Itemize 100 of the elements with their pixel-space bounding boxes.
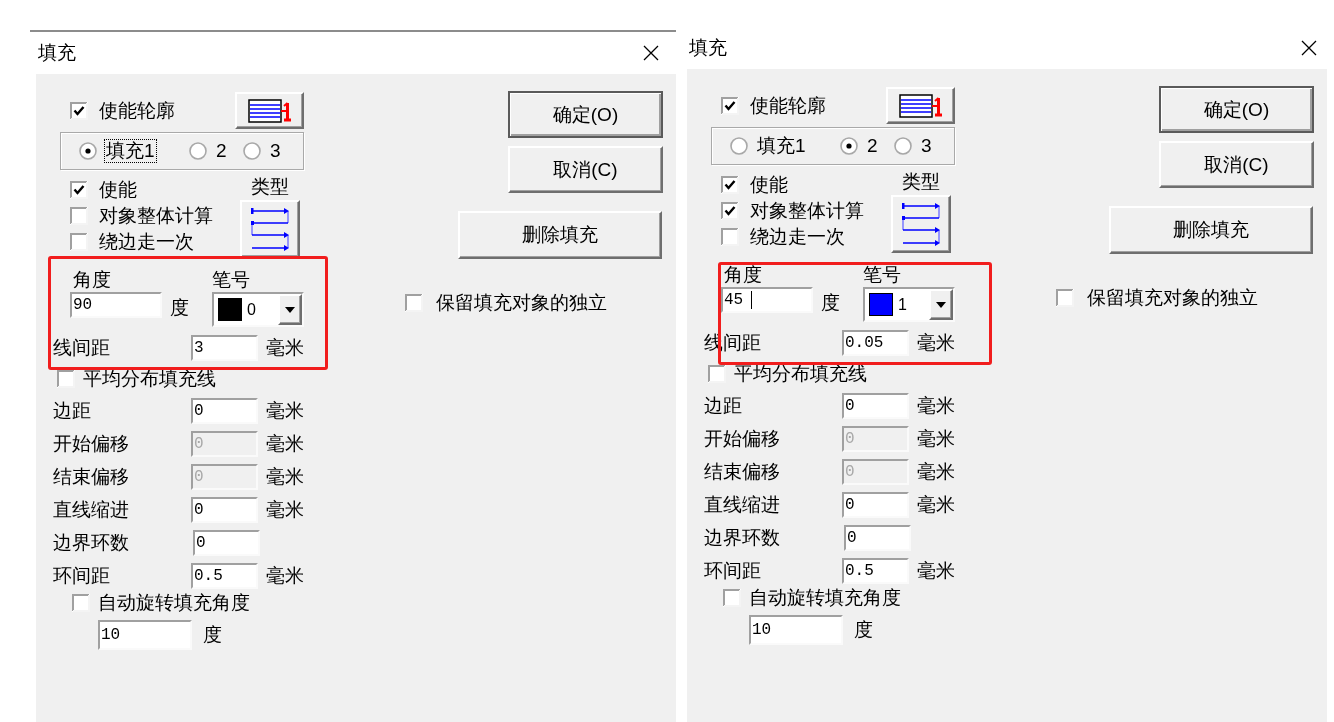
radio-label[interactable]: 填充1	[104, 139, 157, 163]
unit-label: 度	[821, 293, 840, 313]
unit-label: 度	[854, 619, 873, 641]
field-label: 开始偏移	[704, 428, 781, 450]
text-field[interactable]: 0.5	[191, 563, 258, 589]
hatch-pattern-icon	[898, 93, 943, 118]
select-value: 0	[247, 299, 256, 320]
serpentine-path-icon	[899, 201, 943, 247]
text-field[interactable]: 0	[191, 497, 258, 523]
checkbox-label[interactable]: 绕边走一次	[750, 226, 845, 248]
text-field[interactable]: 45	[721, 287, 813, 313]
dialog-title: 填充	[689, 36, 727, 60]
checkbox[interactable]	[708, 365, 726, 383]
checkbox-label[interactable]: 保留填充对象的独立	[436, 292, 607, 314]
text-field[interactable]: 0	[844, 525, 911, 551]
text-field[interactable]: 3	[191, 335, 258, 361]
close-icon[interactable]	[1301, 40, 1317, 56]
field-label: 直线缩进	[704, 494, 781, 516]
unit-label: 毫米	[917, 494, 955, 516]
delete-fill-button[interactable]: 删除填充	[458, 211, 662, 259]
radio-button[interactable]	[243, 142, 261, 160]
checkbox[interactable]	[721, 202, 739, 220]
dropdown-button[interactable]	[929, 289, 953, 320]
radio-label[interactable]: 3	[268, 139, 283, 163]
radio-button[interactable]	[730, 137, 748, 155]
checkbox[interactable]	[70, 181, 88, 199]
radio-label[interactable]: 3	[919, 134, 934, 158]
checkbox-label[interactable]: 使能	[750, 174, 788, 196]
checkbox-label[interactable]: 自动旋转填充角度	[749, 587, 901, 609]
unit-label: 毫米	[266, 400, 304, 422]
checkbox-label[interactable]: 使能	[99, 179, 137, 201]
field-label: 开始偏移	[53, 433, 130, 455]
field-label: 环间距	[704, 560, 762, 582]
checkbox-label[interactable]: 使能轮廓	[750, 94, 826, 117]
cancel-button[interactable]: 取消(C)	[508, 146, 663, 193]
text-field[interactable]: 10	[749, 615, 843, 645]
checkbox[interactable]	[1056, 289, 1074, 307]
radio-button[interactable]	[840, 137, 858, 155]
radio-button[interactable]	[189, 142, 207, 160]
unit-label: 毫米	[917, 461, 955, 483]
checkbox-label[interactable]: 对象整体计算	[750, 200, 864, 222]
checkbox[interactable]	[72, 594, 90, 612]
checkbox[interactable]	[721, 176, 739, 194]
ok-button[interactable]: 确定(O)	[508, 91, 663, 138]
ok-button[interactable]: 确定(O)	[1159, 86, 1314, 133]
checkbox-label[interactable]: 对象整体计算	[99, 205, 213, 227]
unit-label: 毫米	[266, 337, 304, 359]
checkbox-label[interactable]: 使能轮廓	[99, 99, 175, 122]
unit-label: 毫米	[266, 565, 304, 587]
pen-select[interactable]: 0	[212, 292, 304, 327]
checkbox-label[interactable]: 平均分布填充线	[734, 363, 867, 385]
field-label: 角度	[723, 263, 763, 287]
select-value: 1	[898, 294, 907, 315]
text-field[interactable]: 0	[191, 398, 258, 424]
checkbox[interactable]	[405, 294, 423, 312]
checkbox[interactable]	[70, 207, 88, 225]
serpentine-path-icon	[248, 206, 292, 252]
text-field[interactable]: 0	[193, 530, 260, 556]
checkbox-label[interactable]: 自动旋转填充角度	[98, 592, 250, 614]
field-label: 环间距	[53, 565, 111, 587]
checkbox[interactable]	[70, 233, 88, 251]
field-label: 笔号	[212, 268, 251, 292]
dialog-title: 填充	[38, 41, 76, 65]
fill-type-button[interactable]	[240, 200, 300, 258]
radio-label[interactable]: 2	[214, 139, 229, 163]
text-field[interactable]: 0	[842, 492, 909, 518]
pen-select[interactable]: 1	[863, 287, 955, 322]
text-field[interactable]: 90	[70, 292, 162, 318]
checkbox[interactable]	[723, 589, 741, 607]
checkbox[interactable]	[70, 101, 88, 120]
checkbox[interactable]	[721, 96, 739, 115]
fill-type-button[interactable]	[891, 195, 951, 253]
checkbox-label[interactable]: 绕边走一次	[99, 231, 194, 253]
checkbox[interactable]	[57, 370, 75, 388]
radio-label[interactable]: 填充1	[755, 134, 808, 158]
close-icon[interactable]	[643, 45, 659, 61]
text-field[interactable]: 0.05	[842, 330, 909, 356]
field-label: 角度	[72, 268, 112, 292]
checkbox-label[interactable]: 保留填充对象的独立	[1087, 287, 1258, 309]
checkbox[interactable]	[721, 228, 739, 246]
text-field[interactable]: 0	[842, 393, 909, 419]
outline-pattern-button[interactable]	[235, 92, 304, 129]
cancel-button[interactable]: 取消(C)	[1159, 141, 1314, 188]
outline-pattern-button[interactable]	[886, 87, 955, 124]
checkbox-label[interactable]: 平均分布填充线	[83, 368, 216, 390]
text-field[interactable]: 10	[98, 620, 192, 650]
field-label: 线间距	[53, 337, 111, 359]
field-label: 边界环数	[53, 532, 130, 554]
dropdown-button[interactable]	[278, 294, 302, 325]
unit-label: 毫米	[917, 428, 955, 450]
unit-label: 毫米	[917, 332, 955, 354]
radio-label[interactable]: 2	[865, 134, 880, 158]
type-label: 类型	[251, 176, 289, 198]
text-field[interactable]: 0.5	[842, 558, 909, 584]
unit-label: 毫米	[917, 560, 955, 582]
radio-button[interactable]	[79, 142, 97, 160]
field-label: 边界环数	[704, 527, 781, 549]
delete-fill-button[interactable]: 删除填充	[1109, 206, 1313, 254]
field-label: 边距	[53, 400, 92, 422]
radio-button[interactable]	[894, 137, 912, 155]
